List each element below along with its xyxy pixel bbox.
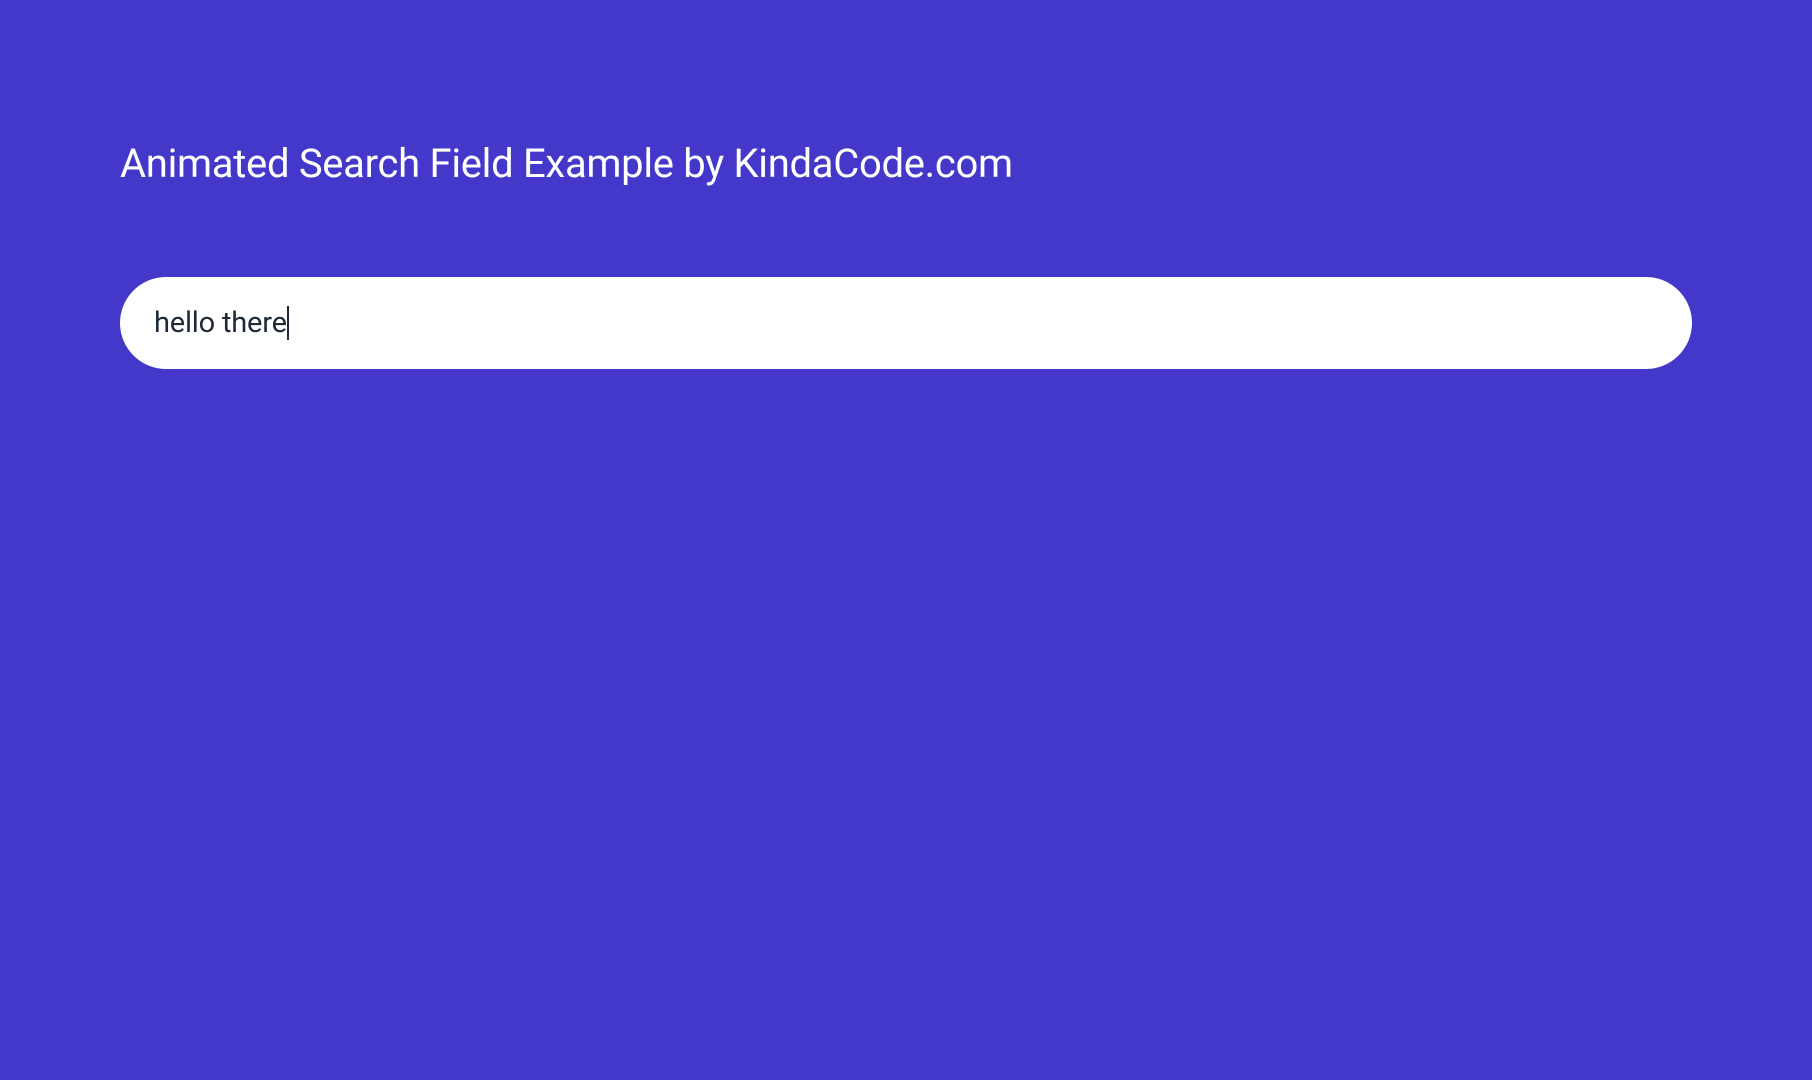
- search-field-container[interactable]: hello there: [120, 277, 1692, 369]
- search-input[interactable]: [154, 306, 1658, 340]
- page-title: Animated Search Field Example by KindaCo…: [120, 140, 1692, 187]
